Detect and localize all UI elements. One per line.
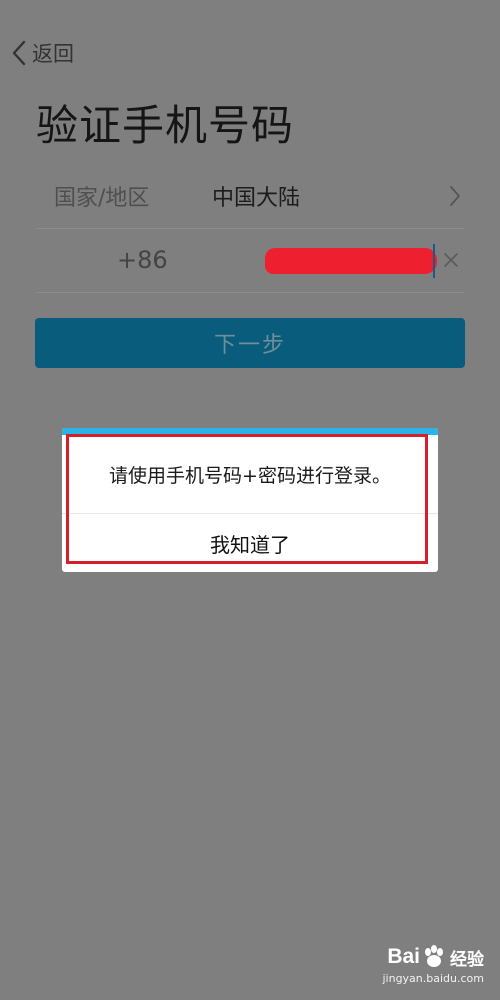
redaction-mark <box>265 248 437 274</box>
clear-icon[interactable] <box>442 251 460 269</box>
chevron-right-icon <box>450 186 460 206</box>
country-code[interactable]: +86 <box>36 246 243 274</box>
logo-text-left: Bai <box>387 945 420 968</box>
page-title: 验证手机号码 <box>36 101 295 150</box>
text-cursor <box>433 244 435 278</box>
baidu-logo: Bai 经验 <box>387 944 484 970</box>
region-selector[interactable]: 国家/地区 中国大陆 <box>36 164 464 229</box>
paw-icon <box>425 945 443 967</box>
phone-row: +86 <box>36 228 464 293</box>
next-button[interactable]: 下一步 <box>35 318 465 368</box>
chevron-left-icon <box>12 40 26 66</box>
dialog-message: 请使用手机号码+密码进行登录。 <box>109 464 391 487</box>
back-button[interactable]: 返回 <box>10 38 74 68</box>
watermark: Bai 经验 jingyan.baidu.com <box>382 944 484 985</box>
watermark-url: jingyan.baidu.com <box>382 972 484 985</box>
logo-text-right: 经验 <box>450 949 484 969</box>
phone-number-input[interactable] <box>243 240 442 280</box>
region-value: 中国大陆 <box>212 186 301 211</box>
back-label: 返回 <box>32 42 74 66</box>
dialog-confirm-button[interactable]: 我知道了 <box>62 514 438 572</box>
alert-dialog: 请使用手机号码+密码进行登录。 我知道了 <box>62 428 438 572</box>
dialog-accent-bar <box>62 428 438 435</box>
region-label: 国家/地区 <box>54 186 150 211</box>
